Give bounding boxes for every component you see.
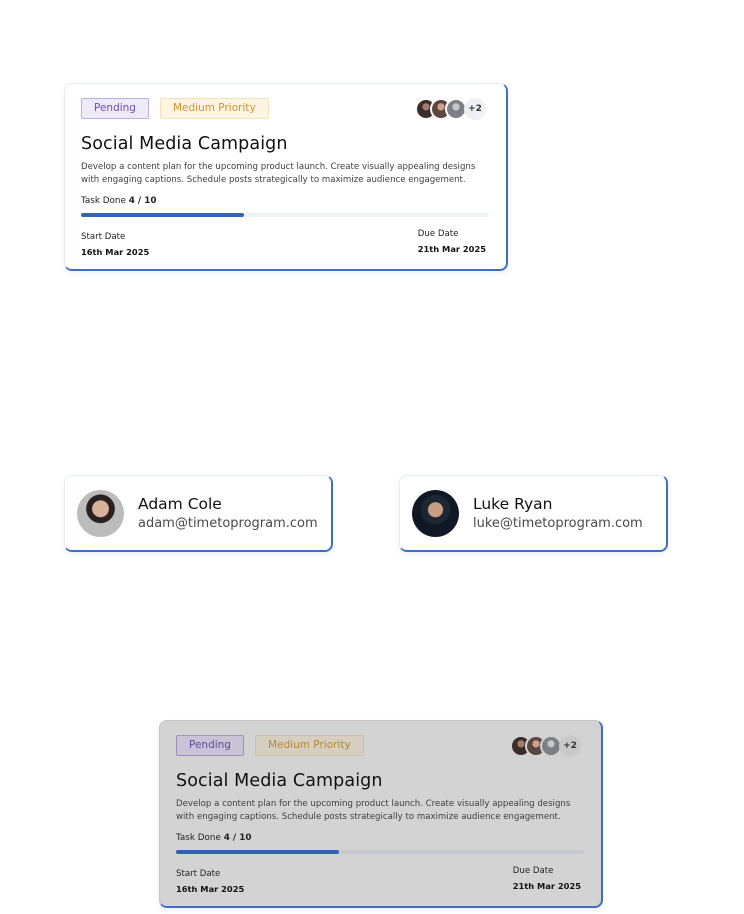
due-date-value: 21th Mar 2025 xyxy=(417,244,486,254)
task-done-label: Task Done xyxy=(81,196,126,206)
avatar xyxy=(412,489,459,537)
more-assignees-count[interactable]: +2 xyxy=(559,735,581,757)
user-email: adam@timetoprogram.com xyxy=(138,516,318,531)
avatar xyxy=(77,489,124,537)
task-done-summary: Task Done 4 / 10 xyxy=(81,196,488,206)
user-name: Luke Ryan xyxy=(473,495,553,513)
task-card[interactable]: Pending Medium Priority +2 Social Media … xyxy=(64,83,508,271)
start-date: Start Date 16th Mar 2025 xyxy=(176,869,244,894)
task-done-value: 4 / 10 xyxy=(223,833,252,843)
start-date-label: Start Date xyxy=(176,869,221,879)
task-done-summary: Task Done 4 / 10 xyxy=(176,833,583,843)
progress-bar xyxy=(176,850,584,854)
due-date-label: Due Date xyxy=(512,866,554,876)
task-description: Develop a content plan for the upcoming … xyxy=(176,799,571,822)
user-info: Luke Ryan luke@timetoprogram.com xyxy=(473,495,643,531)
task-description: Develop a content plan for the upcoming … xyxy=(81,162,476,185)
due-date: Due Date 21th Mar 2025 xyxy=(418,229,486,254)
task-done-label: Task Done xyxy=(176,833,221,843)
start-date-value: 16th Mar 2025 xyxy=(176,884,245,894)
priority-badge: Medium Priority xyxy=(159,98,269,119)
priority-badge: Medium Priority xyxy=(254,735,364,756)
status-badge: Pending xyxy=(81,98,149,119)
task-card[interactable]: Pending Medium Priority +2 Social Media … xyxy=(159,720,603,908)
start-date-value: 16th Mar 2025 xyxy=(81,247,150,257)
more-assignees-count[interactable]: +2 xyxy=(464,98,486,120)
assignee-avatars[interactable]: +2 xyxy=(415,98,486,120)
due-date-label: Due Date xyxy=(417,229,459,239)
task-done-value: 4 / 10 xyxy=(128,196,157,206)
start-date: Start Date 16th Mar 2025 xyxy=(81,232,149,257)
user-card-luke-ryan[interactable]: Luke Ryan luke@timetoprogram.com xyxy=(399,475,668,552)
progress-fill xyxy=(81,213,245,217)
progress-bar xyxy=(81,213,489,217)
assignee-avatars[interactable]: +2 xyxy=(510,735,581,757)
user-info: Adam Cole adam@timetoprogram.com xyxy=(138,495,318,531)
start-date-label: Start Date xyxy=(81,232,126,242)
task-title: Social Media Campaign xyxy=(176,771,383,791)
user-email: luke@timetoprogram.com xyxy=(473,516,643,531)
status-badge: Pending xyxy=(176,735,244,756)
task-title: Social Media Campaign xyxy=(81,134,288,154)
user-card-adam-cole[interactable]: Adam Cole adam@timetoprogram.com xyxy=(64,475,333,552)
user-name: Adam Cole xyxy=(138,495,222,513)
due-date: Due Date 21th Mar 2025 xyxy=(513,866,581,891)
progress-fill xyxy=(176,850,340,854)
due-date-value: 21th Mar 2025 xyxy=(512,881,581,891)
